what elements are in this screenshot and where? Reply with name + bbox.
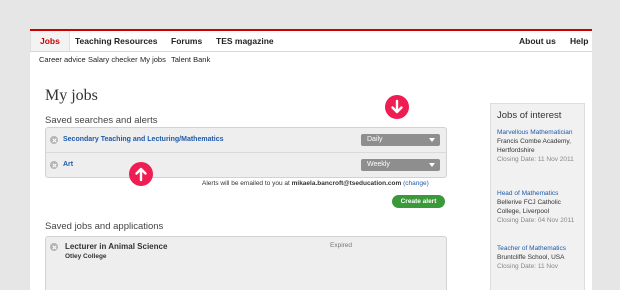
subnav-salary-checker[interactable]: Salary checker	[88, 55, 138, 64]
interest-job-detail: Bruntcliffe School, USA	[497, 254, 565, 261]
job-employer: Otley College	[65, 253, 107, 260]
subnav-career-advice[interactable]: Career advice	[39, 55, 86, 64]
interest-item: Teacher of Mathematics Bruntcliffe Schoo…	[497, 244, 579, 271]
chevron-down-icon	[429, 163, 435, 167]
saved-searches-heading: Saved searches and alerts	[45, 115, 158, 126]
remove-alert-icon[interactable]	[50, 136, 58, 144]
interest-job-link[interactable]: Marvellous Mathematician	[497, 128, 579, 137]
interest-closing-date: Closing Date: 11 Nov	[497, 263, 558, 270]
page-container: Jobs Teaching Resources Forums TES magaz…	[30, 29, 592, 290]
change-email-link[interactable]: (change)	[403, 180, 429, 187]
interest-item: Head of Mathematics Bellerive FCJ Cathol…	[497, 189, 579, 225]
interest-job-link[interactable]: Teacher of Mathematics	[497, 244, 579, 253]
interest-item: Marvellous Mathematician Francis Combe A…	[497, 128, 579, 164]
alerts-list: Secondary Teaching and Lecturing/Mathema…	[45, 127, 447, 178]
arrow-down-icon	[385, 95, 409, 119]
interest-job-link[interactable]: Head of Mathematics	[497, 189, 579, 198]
jobs-of-interest-panel: Jobs of interest Marvellous Mathematicia…	[490, 103, 585, 290]
interest-job-detail: Bellerive FCJ Catholic College, Liverpoo…	[497, 199, 561, 215]
sub-nav: Career advice Salary checker My jobs Tal…	[30, 29, 592, 100]
subnav-talent-bank[interactable]: Talent Bank	[171, 55, 210, 64]
interest-closing-date: Closing Date: 04 Nov 2011	[497, 217, 575, 224]
subnav-my-jobs[interactable]: My jobs	[140, 55, 166, 64]
frequency-value: Weekly	[367, 161, 390, 168]
arrow-up-icon	[129, 162, 153, 186]
page-title: My jobs	[45, 87, 98, 104]
chevron-down-icon	[429, 138, 435, 142]
alert-link[interactable]: Secondary Teaching and Lecturing/Mathema…	[63, 136, 224, 143]
job-title[interactable]: Lecturer in Animal Science	[65, 242, 167, 251]
frequency-value: Daily	[367, 136, 383, 143]
frequency-select[interactable]: Daily	[361, 134, 440, 146]
job-status: Expired	[330, 242, 353, 249]
create-alert-button[interactable]: Create alert	[392, 195, 445, 208]
frequency-select[interactable]: Weekly	[361, 159, 440, 171]
alert-email: mikaela.bancroft@tseducation.com	[291, 180, 402, 187]
remove-alert-icon[interactable]	[50, 161, 58, 169]
saved-jobs-heading: Saved jobs and applications	[45, 221, 164, 232]
alert-link[interactable]: Art	[63, 161, 73, 168]
interest-job-detail: Francis Combe Academy, Hertfordshire	[497, 138, 571, 154]
notice-text: Alerts will be emailed to you at	[202, 180, 290, 187]
alert-email-notice: Alerts will be emailed to you at mikaela…	[202, 180, 429, 187]
jobs-of-interest-heading: Jobs of interest	[497, 110, 562, 121]
alert-row: Art Weekly	[46, 153, 446, 177]
alert-row: Secondary Teaching and Lecturing/Mathema…	[46, 128, 446, 153]
saved-jobs-list: Lecturer in Animal Science Otley College…	[45, 236, 447, 290]
remove-job-icon[interactable]	[50, 243, 58, 251]
interest-closing-date: Closing Date: 11 Nov 2011	[497, 156, 574, 163]
